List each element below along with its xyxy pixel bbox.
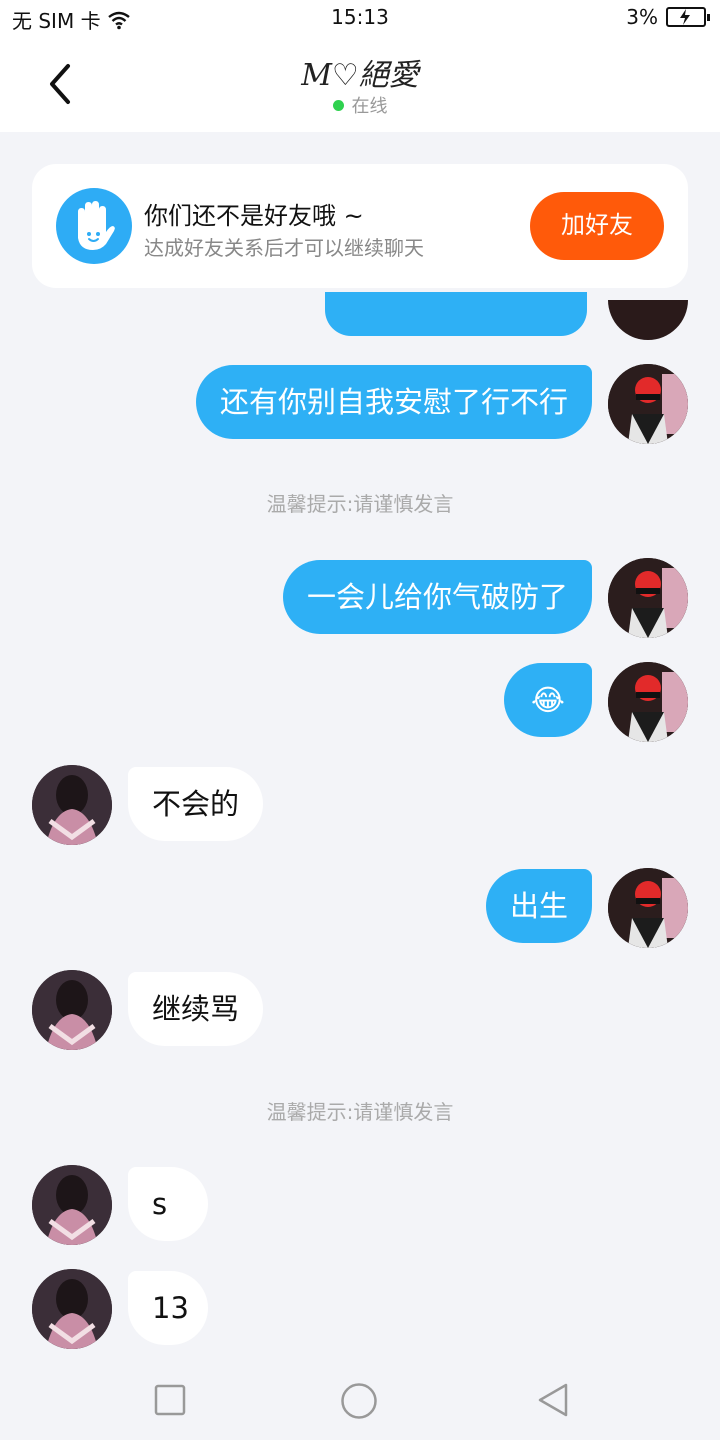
emoji-message-bubble[interactable]: 😂 [504, 663, 592, 737]
card-title: 你们还不是好友哦 ~ [144, 202, 364, 230]
card-subtitle: 达成好友关系后才可以继续聊天 [144, 236, 424, 260]
battery-icon [666, 7, 710, 27]
message-text: 继续骂 [152, 992, 240, 1026]
square-icon[interactable] [154, 1384, 186, 1416]
circle-icon[interactable] [340, 1382, 378, 1420]
status-right: 3% [626, 5, 710, 29]
message-text: s [152, 1187, 168, 1221]
safety-tip: 温馨提示:请谨慎发言 [266, 492, 454, 516]
message-bubble[interactable]: 继续骂 [128, 972, 264, 1046]
my-avatar[interactable] [608, 558, 688, 638]
my-avatar[interactable] [608, 868, 688, 948]
message-bubble[interactable]: 不会的 [128, 767, 264, 841]
contact-name: M♡絕愛 [301, 58, 419, 93]
online-dot-icon [332, 100, 344, 111]
online-status: 在线 [0, 92, 720, 118]
message-bubble[interactable]: 出生 [485, 869, 592, 943]
clipped-avatar[interactable] [608, 300, 688, 340]
emoji-text: 😂 [531, 683, 565, 717]
my-avatar[interactable] [608, 364, 688, 444]
clipped-message-bubble[interactable] [325, 292, 587, 336]
message-bubble[interactable]: 一会儿给你气破防了 [282, 560, 592, 634]
message-text: 13 [152, 1291, 189, 1325]
safety-tip: 温馨提示:请谨慎发言 [266, 1100, 454, 1124]
add-friend-card: 你们还不是好友哦 ~ 达成好友关系后才可以继续聊天 加好友 [32, 164, 688, 288]
status-bar: 无 SIM 卡 15:13 3% [0, 0, 720, 36]
contact-avatar[interactable] [32, 765, 112, 845]
contact-avatar[interactable] [32, 1165, 112, 1245]
system-nav-bar [0, 1360, 720, 1440]
triangle-icon[interactable] [536, 1382, 570, 1418]
my-avatar[interactable] [608, 662, 688, 742]
message-bubble[interactable]: 还有你别自我安慰了行不行 [195, 365, 592, 439]
battery-percent: 3% [626, 5, 658, 29]
message-bubble[interactable]: 13 [128, 1271, 208, 1345]
online-status-text: 在线 [351, 96, 388, 117]
message-text: 一会儿给你气破防了 [306, 580, 568, 614]
message-text: 出生 [509, 889, 568, 923]
contact-avatar[interactable] [32, 1269, 112, 1349]
clock: 15:13 [331, 5, 389, 29]
message-text: 还有你别自我安慰了行不行 [219, 385, 568, 419]
add-friend-button[interactable]: 加好友 [530, 192, 664, 260]
hand-wave-icon [56, 188, 132, 264]
message-text: 不会的 [152, 787, 240, 821]
contact-avatar[interactable] [32, 970, 112, 1050]
chat-header: M♡絕愛 在线 [0, 36, 720, 132]
message-bubble[interactable]: s [128, 1167, 208, 1241]
